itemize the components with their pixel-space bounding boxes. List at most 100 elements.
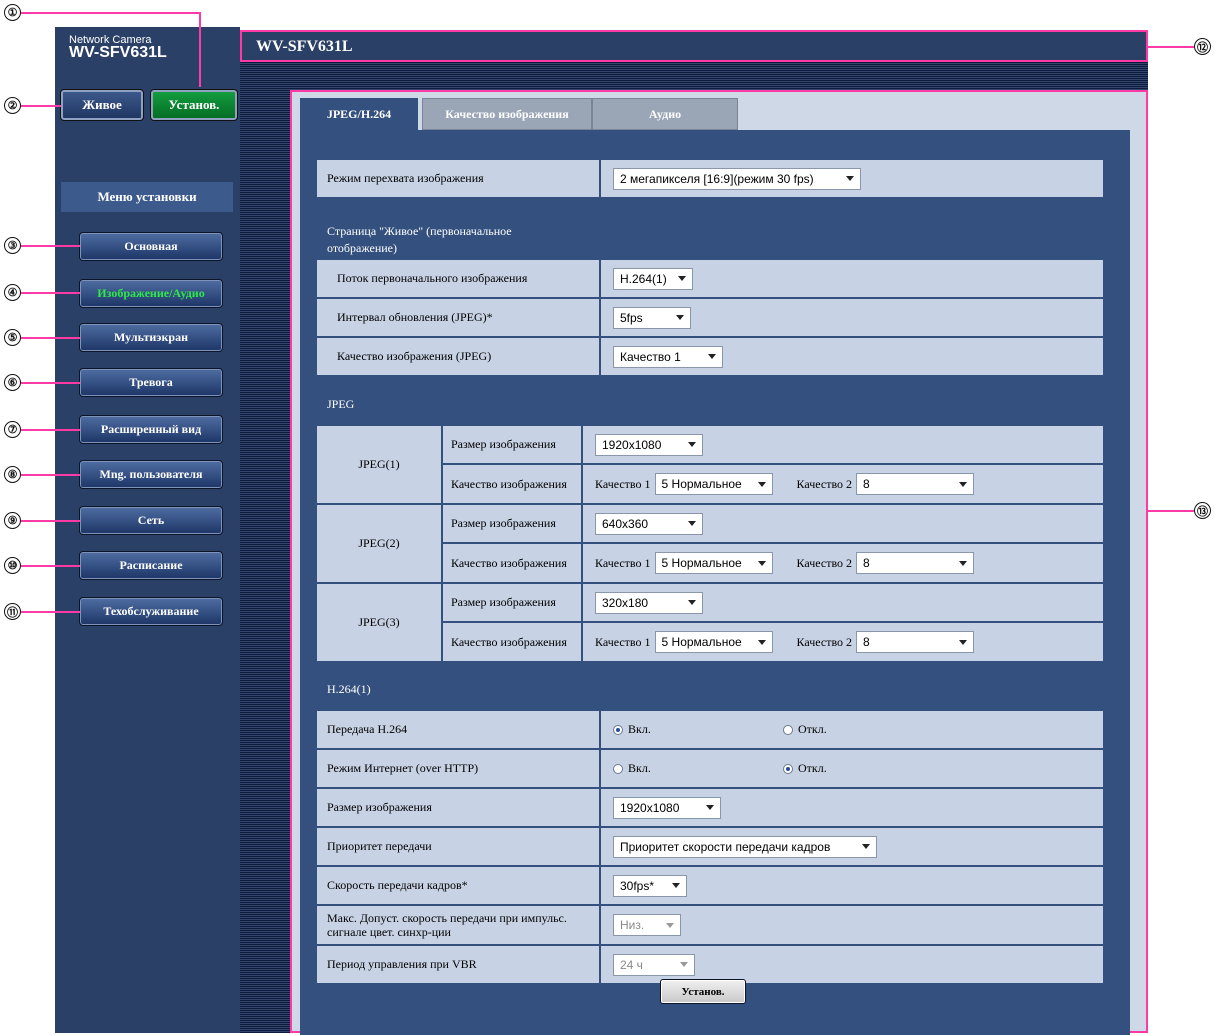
h264-transmission-label: Передача H.264: [317, 711, 599, 748]
jpeg1-size-value: 1920x1080: [602, 437, 662, 452]
model-name: WV-SFV631L: [69, 44, 167, 61]
tab-audio[interactable]: Аудио: [592, 98, 738, 130]
callout-line: [21, 245, 80, 247]
callout-13: ⑬: [1194, 502, 1211, 519]
jpeg1-q2-value: 8: [863, 477, 870, 491]
menu-schedule-button[interactable]: Расписание: [79, 551, 223, 580]
jpeg2-quality-label: Качество изображения: [443, 544, 581, 582]
radio-label: Откл.: [798, 722, 827, 736]
live-button[interactable]: Живое: [60, 89, 144, 121]
callout-line: [1148, 510, 1194, 512]
jpeg1-quality-label: Качество изображения: [443, 465, 581, 503]
jpeg3-size-select[interactable]: 320x180: [595, 591, 703, 614]
row-initial-stream: Поток первоначального изображения H.264(…: [317, 260, 1103, 297]
settings-panel: Режим перехвата изображения 2 мегапиксел…: [300, 130, 1130, 1035]
jpeg1-q2-select[interactable]: 8: [856, 473, 975, 495]
vbr-period-cell: 24 ч: [601, 946, 1103, 983]
priority-select[interactable]: Приоритет скорости передачи кадров: [613, 835, 877, 858]
chevron-down-icon: [959, 560, 968, 566]
radio-selected-icon: [783, 763, 793, 774]
jpeg3-q1-value: 5 Нормальное: [661, 635, 742, 649]
jpeg2-name: JPEG(2): [317, 505, 441, 582]
initial-stream-select[interactable]: H.264(1): [613, 267, 693, 290]
h264-size-select[interactable]: 1920x1080: [613, 796, 721, 819]
menu-basic-button[interactable]: Основная: [79, 232, 223, 261]
callout-line: [199, 12, 201, 87]
tab-jpeg-h264[interactable]: JPEG/H.264: [300, 98, 418, 130]
callout-4: ④: [4, 284, 21, 301]
row-max-rate: Макс. Допуст. скорость передачи при импу…: [317, 906, 1103, 944]
callout-line: [21, 292, 80, 294]
jpeg3-size-value: 320x180: [602, 595, 649, 610]
h264-heading: H.264(1): [317, 671, 1103, 709]
set-button[interactable]: Установ.: [660, 979, 746, 1004]
max-rate-select[interactable]: Низ.: [613, 914, 681, 936]
jpeg3-q2-select[interactable]: 8: [856, 631, 975, 653]
radio-label: Откл.: [798, 761, 827, 775]
jpeg1-size-select[interactable]: 1920x1080: [595, 433, 703, 456]
sidebar: Network Camera WV-SFV631L Живое Установ.…: [55, 27, 240, 1033]
chevron-down-icon: [959, 481, 968, 487]
jpeg2-q1-value: 5 Нормальное: [661, 556, 742, 570]
chevron-down-icon: [666, 922, 674, 928]
jpeg1-q1-select[interactable]: 5 Нормальное: [654, 473, 773, 495]
radio-empty-icon: [613, 763, 623, 774]
callout-2: ②: [4, 97, 21, 114]
callout-3: ③: [4, 237, 21, 254]
jpeg2-size-select[interactable]: 640x360: [595, 512, 703, 535]
internet-mode-on-radio[interactable]: Вкл.: [613, 761, 783, 776]
jpeg1-size-label: Размер изображения: [443, 426, 581, 463]
callout-line: [21, 105, 61, 107]
jpeg1-quality-cell: Качество 1 5 Нормальное Качество 2 8: [583, 465, 1103, 503]
initial-stream-label: Поток первоначального изображения: [317, 260, 599, 297]
menu-alarm-button[interactable]: Тревога: [79, 368, 223, 397]
chevron-down-icon: [688, 521, 696, 526]
h264-transmission-on-radio[interactable]: Вкл.: [613, 722, 783, 737]
menu-advanced-button[interactable]: Расширенный вид: [79, 415, 223, 444]
callout-line: [21, 429, 80, 431]
chevron-down-icon: [678, 276, 686, 281]
jpeg3-size-label: Размер изображения: [443, 584, 581, 621]
internet-mode-off-radio[interactable]: Откл.: [783, 761, 827, 776]
vbr-period-select[interactable]: 24 ч: [613, 953, 695, 976]
jpeg3-q1-select[interactable]: 5 Нормальное: [654, 631, 773, 653]
menu-image-audio-button[interactable]: Изображение/Аудио: [79, 279, 223, 308]
chevron-down-icon: [672, 883, 680, 888]
h264-transmission-cell: Вкл. Откл.: [601, 711, 1103, 748]
callout-line: [21, 611, 80, 613]
h264-size-label: Размер изображения: [317, 789, 599, 826]
capture-mode-select[interactable]: 2 мегапикселя [16:9](режим 30 fps): [613, 167, 861, 190]
jpeg-heading: JPEG: [317, 386, 1103, 424]
internet-mode-label: Режим Интернет (over HTTP): [317, 750, 599, 787]
jpeg-quality-cell: Качество 1: [601, 338, 1103, 375]
row-refresh-interval: Интервал обновления (JPEG)* 5fps: [317, 299, 1103, 336]
menu-user-mng-button[interactable]: Mng. пользователя: [79, 460, 223, 489]
menu-network-button[interactable]: Сеть: [79, 506, 223, 535]
callout-9: ⑨: [4, 512, 21, 529]
setup-button[interactable]: Установ.: [150, 89, 238, 121]
framerate-select[interactable]: 30fps*: [613, 874, 687, 897]
chevron-down-icon: [757, 560, 766, 566]
row-h264-size: Размер изображения 1920x1080: [317, 789, 1103, 826]
live-page-heading: Страница "Живое" (первоначальное отображ…: [317, 220, 1103, 258]
chevron-down-icon: [757, 639, 766, 645]
priority-label: Приоритет передачи: [317, 828, 599, 865]
callout-line: [21, 565, 80, 567]
menu-maintenance-button[interactable]: Техобслуживание: [79, 597, 223, 626]
jpeg2-q1-select[interactable]: 5 Нормальное: [654, 552, 773, 574]
jpeg2-q2-select[interactable]: 8: [856, 552, 975, 574]
tab-image-quality[interactable]: Качество изображения: [422, 98, 592, 130]
priority-cell: Приоритет скорости передачи кадров: [601, 828, 1103, 865]
h264-transmission-off-radio[interactable]: Откл.: [783, 722, 827, 737]
jpeg1-q1-label: Качество 1: [595, 476, 651, 491]
jpeg2-q2-label: Качество 2: [796, 555, 853, 570]
max-rate-cell: Низ.: [601, 906, 1103, 944]
jpeg3-quality-label: Качество изображения: [443, 623, 581, 661]
row-jpeg-quality: Качество изображения (JPEG) Качество 1: [317, 338, 1103, 375]
capture-mode-cell: 2 мегапикселя [16:9](режим 30 fps): [601, 160, 1103, 197]
menu-multiscreen-button[interactable]: Мультиэкран: [79, 323, 223, 352]
jpeg-quality-select[interactable]: Качество 1: [613, 345, 723, 368]
callout-11: ⑪: [4, 603, 21, 620]
jpeg2-q2-value: 8: [863, 556, 870, 570]
refresh-interval-select[interactable]: 5fps: [613, 306, 691, 329]
